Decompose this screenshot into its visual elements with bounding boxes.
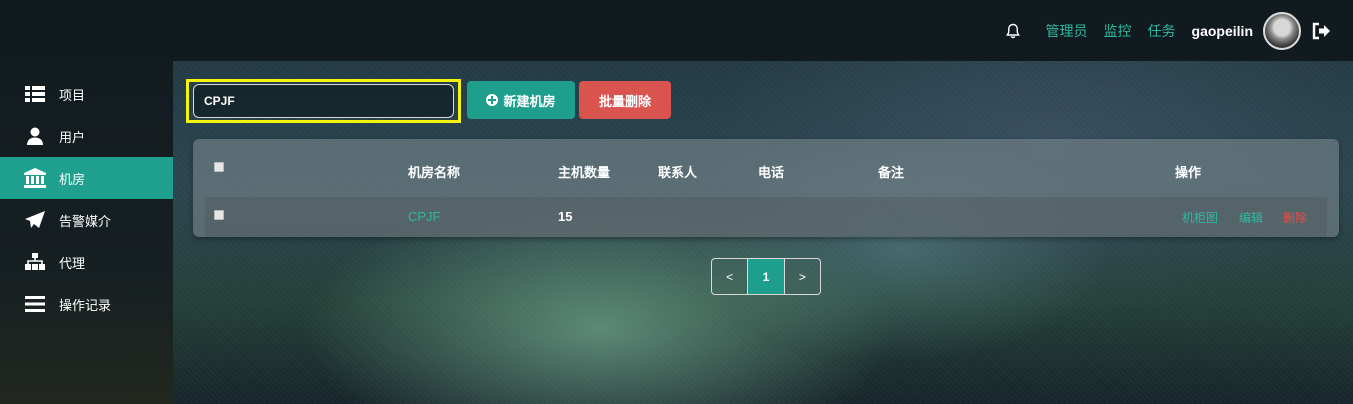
- edit-link[interactable]: 编辑: [1239, 209, 1263, 226]
- list-icon: [24, 84, 46, 104]
- top-bar: 管理员 监控 任务 gaopeilin: [0, 0, 1353, 61]
- plus-circle-icon: [486, 94, 499, 106]
- room-name-link[interactable]: CPJF: [408, 209, 441, 224]
- sidebar-item-label: 告警媒介: [59, 213, 112, 229]
- row-checkbox[interactable]: [214, 210, 224, 220]
- select-all-checkbox[interactable]: [214, 162, 224, 172]
- delete-link[interactable]: 删除: [1283, 209, 1307, 226]
- sidebar-item-label: 操作记录: [59, 297, 112, 313]
- nav-admin[interactable]: 管理员: [1046, 21, 1088, 41]
- new-room-label: 新建机房: [503, 93, 556, 109]
- nav-tasks[interactable]: 任务: [1148, 21, 1176, 41]
- page-1-button[interactable]: 1: [748, 259, 785, 294]
- bank-icon: [24, 168, 46, 188]
- sidebar-item-users[interactable]: 用户: [0, 115, 173, 157]
- sidebar-item-projects[interactable]: 项目: [0, 73, 173, 115]
- sitemap-icon: [24, 252, 46, 272]
- sidebar-item-rooms[interactable]: 机房: [0, 157, 173, 199]
- sidebar-item-label: 机房: [59, 171, 86, 187]
- sidebar-item-alert-media[interactable]: 告警媒介: [0, 199, 173, 241]
- nav-monitor[interactable]: 监控: [1104, 21, 1132, 41]
- user-icon: [24, 126, 46, 146]
- rack-view-link[interactable]: 机柜图: [1182, 209, 1218, 226]
- sidebar-item-label: 代理: [59, 255, 86, 271]
- sidebar-item-label: 用户: [59, 129, 86, 145]
- batch-delete-button[interactable]: 批量删除: [579, 81, 671, 119]
- pagination: < 1 >: [711, 258, 821, 295]
- column-header-contact: 联系人: [658, 165, 698, 180]
- column-header-name: 机房名称: [408, 165, 461, 180]
- logout-icon[interactable]: [1311, 21, 1331, 41]
- column-header-host-count: 主机数量: [558, 165, 611, 180]
- next-page-button[interactable]: >: [785, 259, 820, 294]
- sidebar-item-oplog[interactable]: 操作记录: [0, 283, 173, 325]
- table-row: [205, 197, 1327, 237]
- new-room-button[interactable]: 新建机房: [467, 81, 575, 119]
- sidebar-item-label: 项目: [59, 87, 86, 103]
- sidebar-item-proxy[interactable]: 代理: [0, 241, 173, 283]
- host-count: 15: [558, 209, 573, 224]
- prev-page-button[interactable]: <: [712, 259, 749, 294]
- rooms-table: 机房名称 主机数量 联系人 电话 备注 操作 CPJF 15 机柜图 编辑 删除: [193, 139, 1339, 237]
- search-highlight: [186, 79, 461, 123]
- sidebar: 项目 用户 机房 告警媒介 代理 操作记录: [0, 61, 173, 404]
- search-input[interactable]: [193, 84, 454, 118]
- username[interactable]: gaopeilin: [1192, 23, 1253, 39]
- column-header-note: 备注: [878, 165, 905, 180]
- bars-icon: [24, 294, 46, 314]
- column-header-actions: 操作: [1175, 165, 1202, 180]
- avatar[interactable]: [1263, 11, 1301, 50]
- column-header-phone: 电话: [758, 165, 785, 180]
- send-icon: [24, 210, 46, 230]
- bell-icon[interactable]: [1004, 22, 1022, 40]
- batch-delete-label: 批量删除: [598, 93, 651, 109]
